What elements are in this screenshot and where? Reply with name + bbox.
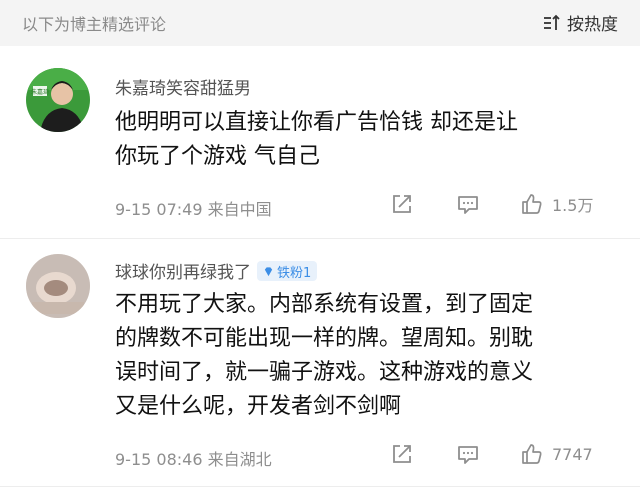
like-count: 7747 <box>552 444 593 464</box>
like-button[interactable]: 7747 <box>520 442 593 466</box>
diamond-icon <box>264 266 273 276</box>
comment-line: 又是什么呢，开发者剑不剑啊 <box>115 394 402 419</box>
comment-meta: 9-15 08:46 来自湖北 <box>115 450 272 469</box>
comment-icon <box>458 196 478 214</box>
sort-label: 按热度 <box>567 15 618 35</box>
comment-line: 的牌数不可能出现一样的牌。望周知。别耽 <box>115 326 534 351</box>
comment-text: 他明明可以直接让你看广告恰钱 却还是让 你玩了个游戏 气自己 <box>115 106 615 174</box>
comment-line: 不用玩了大家。内部系统有设置，到了固定 <box>115 292 534 317</box>
share-icon <box>393 195 411 213</box>
share-icon <box>393 445 411 463</box>
fan-badge[interactable]: 铁粉1 <box>257 261 318 281</box>
like-button[interactable]: 1.5万 <box>520 192 593 216</box>
avatar[interactable]: 朱嘉琦 <box>26 68 90 132</box>
comment-username[interactable]: 朱嘉琦笑容甜猛男 <box>115 74 251 99</box>
avatar-badge-text: 朱嘉琦 <box>31 88 49 96</box>
divider <box>0 486 640 487</box>
comment-line: 你玩了个游戏 气自己 <box>115 144 320 169</box>
comment-line: 误时间了，就一骗子游戏。这种游戏的意义 <box>115 360 534 385</box>
divider <box>0 238 640 239</box>
comment-username[interactable]: 球球你别再绿我了 <box>115 263 251 283</box>
fan-badge-label: 铁粉1 <box>277 265 312 281</box>
share-button[interactable] <box>390 442 414 466</box>
comment-text: 不用玩了大家。内部系统有设置，到了固定 的牌数不可能出现一样的牌。望周知。别耽 … <box>115 288 615 424</box>
like-count: 1.5万 <box>552 196 594 215</box>
header-title: 以下为博主精选评论 <box>22 15 167 34</box>
avatar[interactable] <box>26 254 90 318</box>
comments-header: 以下为博主精选评论 按热度 <box>0 0 640 46</box>
comment-button[interactable] <box>456 192 480 216</box>
comment-username-row: 球球你别再绿我了 铁粉1 <box>115 258 318 283</box>
thumb-up-icon <box>522 444 542 464</box>
comment-meta: 9-15 07:49 来自中国 <box>115 200 272 219</box>
comment-button[interactable] <box>456 442 480 466</box>
sort-icon <box>544 14 560 30</box>
sort-button[interactable]: 按热度 <box>543 10 618 35</box>
comment-line: 他明明可以直接让你看广告恰钱 却还是让 <box>115 110 518 135</box>
thumb-up-icon <box>522 194 542 214</box>
share-button[interactable] <box>390 192 414 216</box>
comment-icon <box>458 446 478 464</box>
